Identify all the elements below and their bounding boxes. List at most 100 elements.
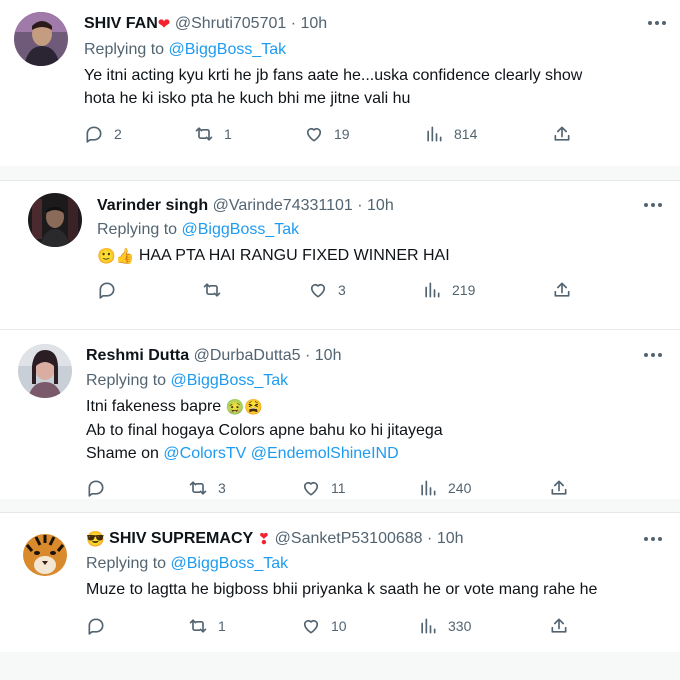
- display-name[interactable]: SHIV SUPREMACY: [109, 530, 253, 547]
- action-bar: 2 1 19 814: [84, 124, 584, 146]
- display-name[interactable]: Varinder singh: [97, 197, 208, 214]
- emoji: 🙂👍: [97, 248, 135, 265]
- retweet-button[interactable]: 1: [194, 124, 232, 144]
- reply-count: 2: [114, 126, 122, 142]
- share-icon: [554, 126, 570, 141]
- reply-icon: [86, 126, 102, 143]
- share-icon: [554, 282, 570, 297]
- view-count: 330: [448, 618, 472, 634]
- view-count: 240: [448, 480, 472, 496]
- share-button[interactable]: [552, 124, 572, 144]
- reply-button[interactable]: 2: [84, 124, 122, 144]
- share-icon: [551, 618, 567, 633]
- view-count: 814: [454, 126, 478, 142]
- replying-to: Replying to @BiggBoss_Tak: [97, 221, 300, 238]
- view-count: 219: [452, 282, 476, 298]
- heart-icon: [310, 283, 326, 298]
- mention-link[interactable]: @ColorsTV: [163, 445, 246, 462]
- views-button[interactable]: 814: [424, 124, 477, 144]
- retweet-button[interactable]: 3: [188, 478, 226, 498]
- action-bar: 3 219: [97, 280, 577, 302]
- views-icon: [421, 480, 436, 496]
- timestamp[interactable]: 10h: [367, 197, 394, 214]
- like-button[interactable]: 3: [308, 280, 346, 300]
- heart-icon: [303, 481, 319, 496]
- mention-link[interactable]: @BiggBoss_Tak: [171, 555, 289, 572]
- more-options-icon[interactable]: [648, 21, 668, 27]
- like-button[interactable]: 19: [304, 124, 350, 144]
- mention-link[interactable]: @EndemolShineIND: [251, 445, 399, 462]
- section-gap: [0, 499, 680, 512]
- emoji: 🤢😫: [225, 399, 264, 416]
- tweet-text: Muze to lagtta he bigboss bhii priyanka …: [86, 581, 598, 598]
- reply-icon: [88, 480, 104, 497]
- views-icon: [425, 282, 440, 298]
- action-bar: 1 10 330: [86, 616, 576, 638]
- like-count: 11: [331, 480, 346, 496]
- views-button[interactable]: 219: [422, 280, 475, 300]
- like-count: 19: [334, 126, 350, 142]
- tweet[interactable]: Varinder singh @Varinde74331101 · 10h Re…: [0, 181, 680, 329]
- like-button[interactable]: 10: [301, 616, 347, 636]
- retweet-icon: [189, 481, 207, 495]
- sunglasses-emoji-icon: 😎: [86, 531, 105, 548]
- heart-icon: [306, 127, 322, 142]
- avatar[interactable]: [28, 193, 82, 247]
- retweet-icon: [203, 283, 221, 297]
- action-bar: 3 11 240: [86, 478, 576, 500]
- share-button[interactable]: [549, 616, 569, 636]
- views-icon: [427, 126, 442, 142]
- display-name[interactable]: SHIV FAN: [84, 15, 158, 32]
- display-name[interactable]: Reshmi Dutta: [86, 347, 189, 364]
- avatar[interactable]: [14, 12, 68, 66]
- tweet[interactable]: 😎 SHIV SUPREMACY ❣ @SanketP53100688 · 10…: [0, 513, 680, 652]
- retweet-icon: [189, 619, 207, 633]
- timestamp[interactable]: 10h: [301, 15, 328, 32]
- heart-icon: [303, 619, 319, 634]
- more-options-icon[interactable]: [644, 537, 664, 543]
- tweet[interactable]: SHIV FAN❤ @Shruti705701 · 10h Replying t…: [0, 0, 680, 166]
- user-handle[interactable]: @SanketP53100688: [275, 530, 423, 547]
- more-options-icon[interactable]: [644, 353, 664, 359]
- replying-to: Replying to @BiggBoss_Tak: [84, 41, 287, 58]
- share-icon: [551, 480, 567, 495]
- reply-button[interactable]: [86, 478, 116, 498]
- like-count: 10: [331, 618, 347, 634]
- reply-button[interactable]: [97, 280, 127, 300]
- section-gap: [0, 652, 680, 680]
- timestamp[interactable]: 10h: [437, 530, 464, 547]
- tiger-avatar: [18, 527, 72, 581]
- reply-icon: [88, 618, 104, 635]
- mention-link[interactable]: @BiggBoss_Tak: [171, 372, 289, 389]
- user-handle[interactable]: @Varinde74331101: [213, 197, 353, 214]
- section-gap: [0, 166, 680, 180]
- user-handle[interactable]: @Shruti705701: [175, 15, 286, 32]
- views-button[interactable]: 240: [418, 478, 471, 498]
- retweet-icon: [195, 127, 213, 141]
- reply-button[interactable]: [86, 616, 116, 636]
- heart-icon: ❤: [157, 16, 171, 33]
- share-button[interactable]: [549, 478, 569, 498]
- replying-to: Replying to @BiggBoss_Tak: [86, 555, 289, 572]
- avatar[interactable]: [18, 344, 72, 398]
- mention-link[interactable]: @BiggBoss_Tak: [169, 41, 287, 58]
- retweet-button[interactable]: [202, 280, 232, 300]
- views-button[interactable]: 330: [418, 616, 471, 636]
- timestamp[interactable]: 10h: [315, 347, 342, 364]
- tweet-text: 🙂👍 HAA PTA HAI RANGU FIXED WINNER HAI: [97, 247, 450, 265]
- share-button[interactable]: [552, 280, 572, 300]
- avatar[interactable]: [18, 527, 72, 581]
- tweet[interactable]: Reshmi Dutta @DurbaDutta5 · 10h Replying…: [0, 330, 680, 499]
- replying-to: Replying to @BiggBoss_Tak: [86, 372, 289, 389]
- tweet-text: Ye itni acting kyu krti he jb fans aate …: [84, 67, 583, 107]
- user-handle[interactable]: @DurbaDutta5: [194, 347, 301, 364]
- retweet-count: 1: [224, 126, 232, 142]
- more-options-icon[interactable]: [644, 203, 664, 209]
- heart-exclamation-icon: ❣: [257, 531, 271, 548]
- retweet-button[interactable]: 1: [188, 616, 226, 636]
- mention-link[interactable]: @BiggBoss_Tak: [182, 221, 300, 238]
- like-count: 3: [338, 282, 346, 298]
- retweet-count: 3: [218, 480, 226, 496]
- like-button[interactable]: 11: [301, 478, 346, 498]
- retweet-count: 1: [218, 618, 226, 634]
